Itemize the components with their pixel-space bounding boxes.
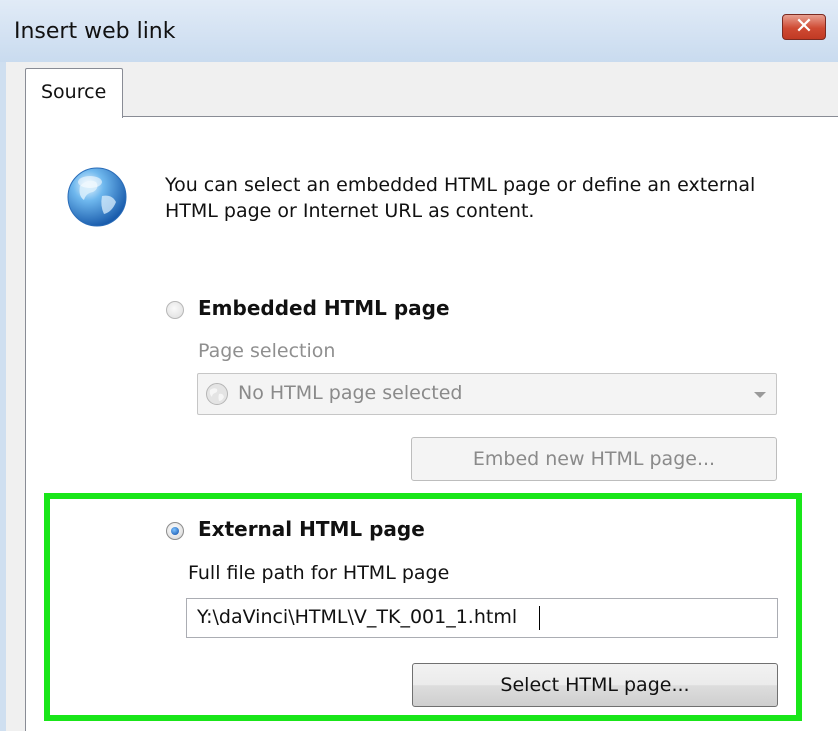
embedded-html-label: Embedded HTML page — [198, 296, 450, 320]
tab-source-label: Source — [41, 81, 107, 103]
intro-text: You can select an embedded HTML page or … — [165, 174, 756, 222]
close-button[interactable]: ✕ — [782, 14, 826, 40]
tab-source[interactable]: Source — [25, 68, 123, 118]
embedded-html-radio[interactable] — [166, 301, 184, 319]
page-selection-value: No HTML page selected — [238, 382, 463, 404]
window-title: Insert web link — [14, 19, 176, 44]
embed-new-html-page-button[interactable]: Embed new HTML page... — [411, 437, 777, 481]
page-selection-combo[interactable]: No HTML page selected — [197, 373, 777, 415]
title-bar: Insert web link ✕ — [0, 0, 838, 62]
globe-icon — [206, 383, 228, 405]
page-selection-label: Page selection — [198, 340, 336, 362]
external-option-highlight — [44, 493, 802, 721]
globe-icon — [67, 167, 127, 227]
close-icon: ✕ — [794, 14, 814, 39]
chevron-down-icon — [754, 392, 766, 398]
